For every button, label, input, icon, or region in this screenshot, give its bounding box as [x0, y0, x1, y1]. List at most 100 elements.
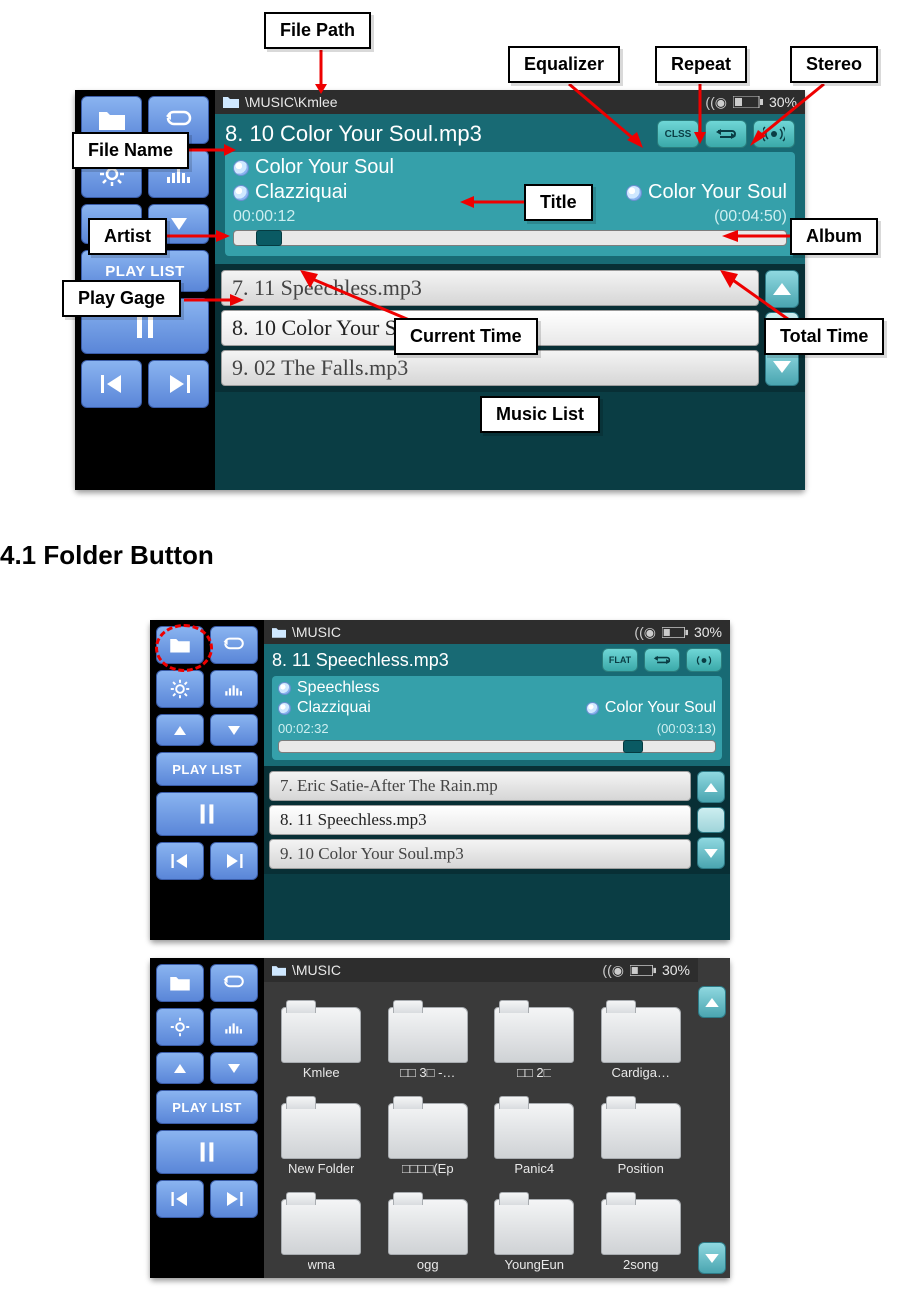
folder-label: Kmlee: [303, 1065, 340, 1080]
progress-knob[interactable]: [256, 230, 282, 246]
prev-track-button[interactable]: [156, 842, 204, 880]
track-artist: Clazziquai: [255, 181, 347, 204]
folder-icon: [494, 1103, 574, 1159]
scroll-up-button[interactable]: [698, 986, 726, 1018]
pause-button[interactable]: [156, 1130, 258, 1174]
playlist-button[interactable]: PLAY LIST: [156, 752, 258, 786]
folder-item[interactable]: □□□□(Ep: [377, 1084, 480, 1176]
label-total-time: Total Time: [764, 318, 884, 355]
pause-button[interactable]: [156, 792, 258, 836]
stereo-badge[interactable]: [686, 648, 722, 672]
label-file-name: File Name: [72, 132, 189, 169]
disc-icon: [278, 702, 291, 715]
player-folder-button: PLAY LIST \MUSIC ((◉ 30% 8. 11 Speechles…: [150, 620, 730, 940]
folder-item[interactable]: 2song: [590, 1180, 693, 1272]
repeat-badge[interactable]: [644, 648, 680, 672]
folder-label: Position: [618, 1161, 664, 1176]
scroll-thumb[interactable]: [697, 807, 725, 833]
folder-item[interactable]: Position: [590, 1084, 693, 1176]
folder-item[interactable]: Kmlee: [270, 988, 373, 1080]
repeat-badge[interactable]: [705, 120, 747, 148]
folder-label: Panic4: [514, 1161, 554, 1176]
folder-icon: [281, 1103, 361, 1159]
current-time: 00:02:32: [278, 721, 329, 736]
battery-icon: [630, 965, 656, 976]
volume-up-button[interactable]: [156, 1052, 204, 1084]
folder-icon: [601, 1199, 681, 1255]
track-row[interactable]: 8. 11 Speechless.mp3: [269, 805, 691, 835]
label-equalizer: Equalizer: [508, 46, 620, 83]
section-heading: 4.1 Folder Button: [0, 540, 214, 571]
folder-item[interactable]: Cardiga…: [590, 988, 693, 1080]
equalizer-button[interactable]: [210, 1008, 258, 1046]
folder-icon: [601, 1007, 681, 1063]
scroll-down-button[interactable]: [698, 1242, 726, 1274]
repeat-mode-button[interactable]: [210, 626, 258, 664]
track-title: Speechless: [297, 679, 380, 697]
label-album: Album: [790, 218, 878, 255]
progress-knob[interactable]: [623, 740, 643, 753]
file-path: \MUSIC: [292, 624, 341, 640]
track-row[interactable]: 9. 02 The Falls.mp3: [221, 350, 759, 386]
player-folder-grid: PLAY LIST \MUSIC ((◉ 30% Kmlee□□ 3□ -…□□…: [150, 958, 730, 1278]
track-row[interactable]: 9. 10 Color Your Soul.mp3: [269, 839, 691, 869]
settings-button[interactable]: [156, 670, 204, 708]
folder-button[interactable]: [156, 626, 204, 664]
label-artist: Artist: [88, 218, 167, 255]
folder-button[interactable]: [156, 964, 204, 1002]
scroll-up-button[interactable]: [697, 771, 725, 803]
folder-label: YoungEun: [504, 1257, 564, 1272]
folder-item[interactable]: □□ 2□: [483, 988, 586, 1080]
equalizer-button[interactable]: [210, 670, 258, 708]
folder-icon: [494, 1199, 574, 1255]
track-album: Color Your Soul: [605, 699, 716, 717]
folder-icon: [388, 1199, 468, 1255]
file-name: 8. 11 Speechless.mp3: [272, 650, 449, 671]
track-artist: Clazziquai: [297, 699, 371, 717]
track-row[interactable]: 7. Eric Satie-After The Rain.mp: [269, 771, 691, 801]
disc-icon: [233, 160, 249, 176]
disc-icon: [233, 185, 249, 201]
scroll-down-button[interactable]: [697, 837, 725, 869]
folder-label: New Folder: [288, 1161, 354, 1176]
path-bar: \MUSIC ((◉ 30%: [264, 958, 698, 982]
disc-icon: [626, 185, 642, 201]
label-repeat: Repeat: [655, 46, 747, 83]
folder-label: □□□□(Ep: [402, 1161, 454, 1176]
eq-badge[interactable]: FLAT: [602, 648, 638, 672]
progress-bar[interactable]: [278, 740, 716, 753]
disc-icon: [586, 702, 599, 715]
settings-button[interactable]: [156, 1008, 204, 1046]
prev-track-button[interactable]: [81, 360, 142, 408]
total-time: (00:04:50): [714, 208, 787, 226]
folder-item[interactable]: New Folder: [270, 1084, 373, 1176]
disc-icon: [278, 682, 291, 695]
folder-icon: [281, 1007, 361, 1063]
folder-item[interactable]: □□ 3□ -…: [377, 988, 480, 1080]
file-path: \MUSIC\Kmlee: [245, 94, 338, 110]
folder-item[interactable]: wma: [270, 1180, 373, 1272]
repeat-mode-button[interactable]: [210, 964, 258, 1002]
next-track-button[interactable]: [148, 360, 209, 408]
prev-track-button[interactable]: [156, 1180, 204, 1218]
volume-up-button[interactable]: [156, 714, 204, 746]
next-track-button[interactable]: [210, 1180, 258, 1218]
volume-down-button[interactable]: [210, 714, 258, 746]
battery-percent: 30%: [694, 624, 722, 640]
label-title: Title: [524, 184, 593, 221]
volume-down-button[interactable]: [210, 1052, 258, 1084]
progress-bar[interactable]: [233, 230, 787, 246]
label-stereo: Stereo: [790, 46, 878, 83]
label-file-path: File Path: [264, 12, 371, 49]
next-track-button[interactable]: [210, 842, 258, 880]
total-time: (00:03:13): [657, 721, 716, 736]
label-music-list: Music List: [480, 396, 600, 433]
folder-item[interactable]: YoungEun: [483, 1180, 586, 1272]
playlist-button[interactable]: PLAY LIST: [156, 1090, 258, 1124]
folder-item[interactable]: ogg: [377, 1180, 480, 1272]
folder-item[interactable]: Panic4: [483, 1084, 586, 1176]
folder-icon: [494, 1007, 574, 1063]
folder-label: ogg: [417, 1257, 439, 1272]
eq-badge[interactable]: CLSS: [657, 120, 699, 148]
folder-label: 2song: [623, 1257, 658, 1272]
